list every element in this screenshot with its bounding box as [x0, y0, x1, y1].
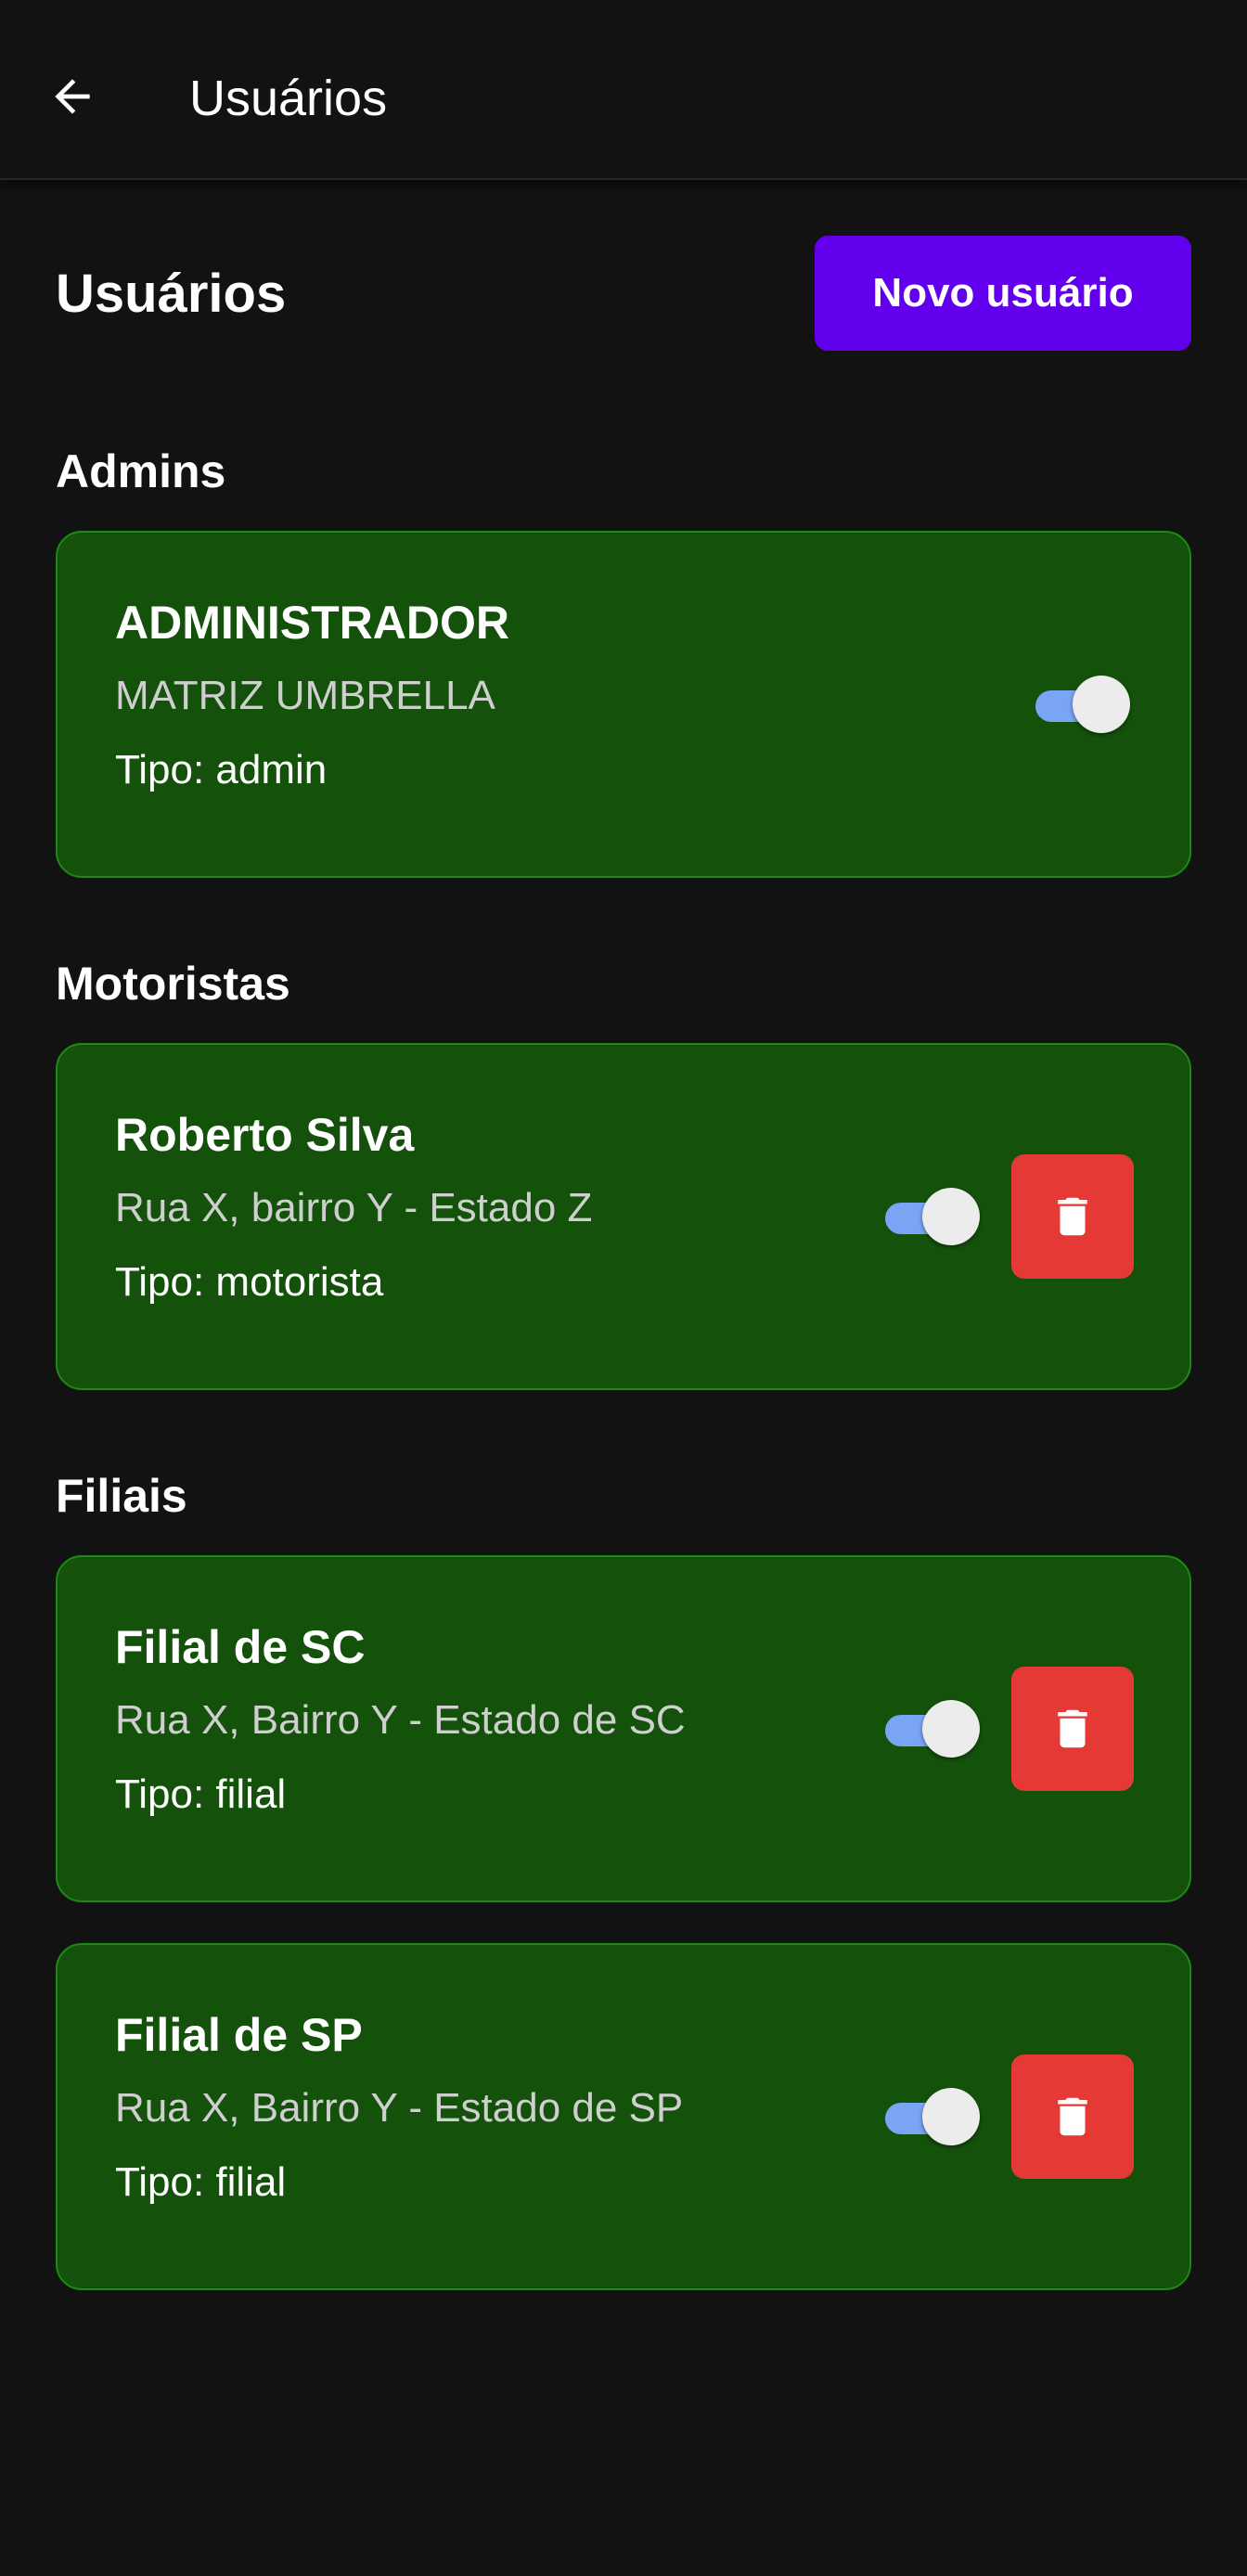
trash-icon — [1058, 2097, 1087, 2136]
user-name: Filial de SP — [115, 2009, 363, 2061]
toggle-thumb — [922, 2088, 980, 2145]
trash-icon — [1058, 1709, 1087, 1748]
delete-button[interactable] — [1011, 1154, 1134, 1279]
section-title-admins: Admins — [56, 445, 226, 497]
user-card-administrador: ADMINISTRADOR MATRIZ UMBRELLA Tipo: admi… — [56, 531, 1191, 878]
trash-icon — [1058, 1197, 1087, 1236]
user-card-roberto-silva: Roberto Silva Rua X, bairro Y - Estado Z… — [56, 1043, 1191, 1390]
user-address: MATRIZ UMBRELLA — [115, 673, 495, 718]
active-toggle[interactable] — [885, 2088, 982, 2147]
active-toggle[interactable] — [885, 1188, 982, 1247]
active-toggle[interactable] — [885, 1700, 982, 1759]
user-type: Tipo: filial — [115, 2159, 287, 2205]
page-title: Usuários — [56, 264, 287, 324]
arrow-left-icon — [55, 79, 90, 114]
toggle-thumb — [922, 1188, 980, 1245]
section-title-filiais: Filiais — [56, 1470, 187, 1522]
toggle-thumb — [1073, 676, 1130, 733]
user-type: Tipo: motorista — [115, 1259, 384, 1305]
app-bar: Usuários — [0, 0, 1247, 180]
user-card-filial-sc: Filial de SC Rua X, Bairro Y - Estado de… — [56, 1555, 1191, 1902]
section-title-motoristas: Motoristas — [56, 958, 290, 1010]
user-card-filial-sp: Filial de SP Rua X, Bairro Y - Estado de… — [56, 1943, 1191, 2290]
user-name: Roberto Silva — [115, 1109, 415, 1161]
user-type: Tipo: filial — [115, 1771, 287, 1817]
user-address: Rua X, Bairro Y - Estado de SP — [115, 2085, 684, 2131]
user-address: Rua X, bairro Y - Estado Z — [115, 1185, 593, 1230]
toggle-thumb — [922, 1700, 980, 1758]
user-name: ADMINISTRADOR — [115, 597, 509, 649]
header-row: Usuários Novo usuário — [56, 236, 1191, 351]
user-name: Filial de SC — [115, 1621, 366, 1673]
delete-button[interactable] — [1011, 2054, 1134, 2179]
new-user-button[interactable]: Novo usuário — [815, 236, 1191, 351]
user-type: Tipo: admin — [115, 747, 328, 792]
user-address: Rua X, Bairro Y - Estado de SC — [115, 1697, 686, 1743]
app-bar-title: Usuários — [189, 71, 388, 126]
back-button[interactable] — [37, 61, 108, 132]
delete-button[interactable] — [1011, 1667, 1134, 1791]
active-toggle[interactable] — [1035, 676, 1132, 735]
